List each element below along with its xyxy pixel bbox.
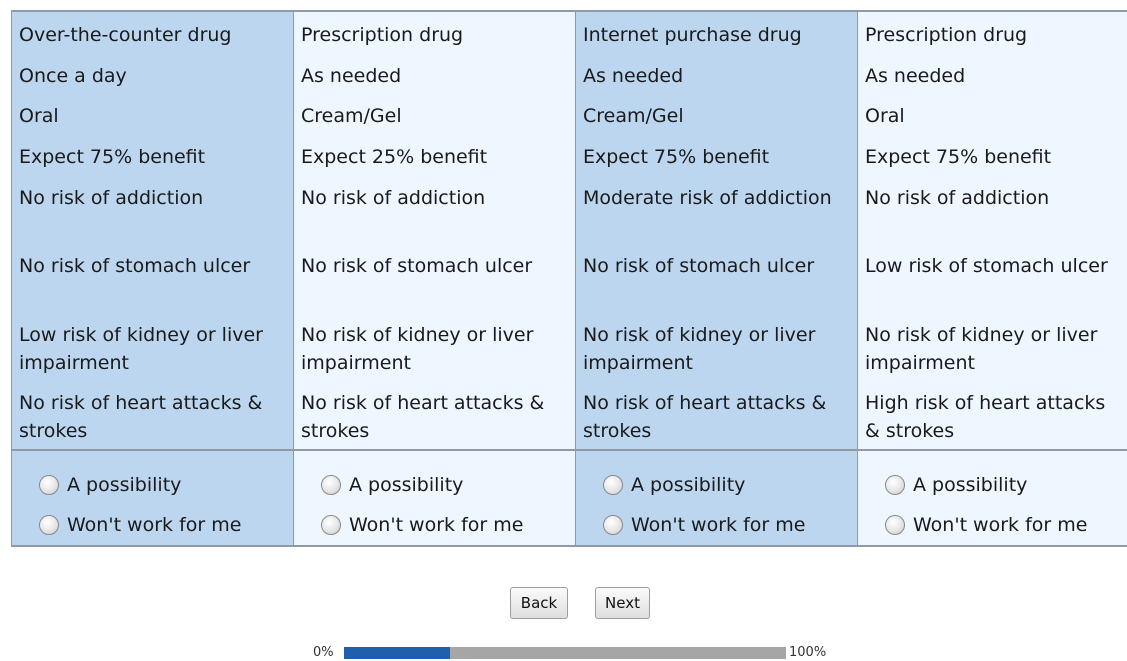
option-possibility-1[interactable]: A possibility bbox=[12, 465, 293, 505]
attr-addiction-risk: Moderate risk of addiction bbox=[583, 186, 832, 209]
attr-ulcer-risk: No risk of stomach ulcer bbox=[301, 255, 533, 278]
attr-form: Oral bbox=[865, 105, 905, 128]
attr-drug-type: Prescription drug bbox=[301, 24, 464, 46]
option-wont-work-3[interactable]: Won't work for me bbox=[576, 505, 857, 545]
option-label: A possibility bbox=[67, 473, 182, 496]
back-button[interactable]: Back bbox=[510, 587, 568, 619]
progress-end-label: 100% bbox=[789, 645, 827, 660]
progress-fill bbox=[344, 647, 451, 659]
option-possibility-3[interactable]: A possibility bbox=[576, 465, 857, 505]
attr-ulcer-risk: No risk of stomach ulcer bbox=[19, 255, 251, 278]
attr-ulcer-risk: Low risk of stomach ulcer bbox=[865, 255, 1108, 278]
radio-icon[interactable] bbox=[885, 474, 905, 495]
radio-icon[interactable] bbox=[321, 474, 341, 495]
option-label: Won't work for me bbox=[67, 513, 242, 536]
radio-icon[interactable] bbox=[39, 474, 59, 495]
choice-group-1: A possibility Won't work for me bbox=[12, 448, 293, 545]
profile-column-2: Prescription drug As needed Cream/Gel Ex… bbox=[294, 12, 576, 545]
attr-addiction-risk: No risk of addiction bbox=[865, 186, 1050, 209]
option-label: Won't work for me bbox=[349, 513, 524, 536]
attr-benefit: Expect 75% benefit bbox=[19, 146, 206, 169]
radio-icon[interactable] bbox=[321, 514, 341, 535]
profile-column-3: Internet purchase drug As needed Cream/G… bbox=[576, 12, 858, 545]
profile-column-1: Over-the-counter drug Once a day Oral Ex… bbox=[12, 12, 294, 545]
attr-heart-risk: No risk of heart attacks & strokes bbox=[19, 392, 263, 443]
attr-ulcer-risk: No risk of stomach ulcer bbox=[583, 255, 815, 278]
choice-group-3: A possibility Won't work for me bbox=[576, 448, 857, 545]
progress-start-label: 0% bbox=[313, 645, 334, 660]
option-wont-work-1[interactable]: Won't work for me bbox=[12, 505, 293, 545]
attr-frequency: As needed bbox=[865, 64, 966, 87]
option-wont-work-2[interactable]: Won't work for me bbox=[294, 505, 575, 545]
attr-benefit: Expect 25% benefit bbox=[301, 146, 488, 169]
attr-kidney-liver-risk: No risk of kidney or liver impairment bbox=[301, 323, 534, 374]
attr-heart-risk: No risk of heart attacks & strokes bbox=[301, 392, 545, 443]
attr-benefit: Expect 75% benefit bbox=[865, 146, 1052, 169]
attr-frequency: Once a day bbox=[19, 64, 127, 87]
attr-form: Cream/Gel bbox=[583, 105, 684, 128]
attr-addiction-risk: No risk of addiction bbox=[19, 186, 204, 209]
attr-benefit: Expect 75% benefit bbox=[583, 146, 770, 169]
next-button[interactable]: Next bbox=[595, 587, 650, 619]
radio-icon[interactable] bbox=[885, 514, 905, 535]
option-possibility-4[interactable]: A possibility bbox=[858, 465, 1127, 505]
attr-drug-type: Prescription drug bbox=[865, 24, 1028, 46]
choice-group-4: A possibility Won't work for me bbox=[858, 448, 1127, 545]
attr-kidney-liver-risk: No risk of kidney or liver impairment bbox=[865, 323, 1098, 374]
attr-frequency: As needed bbox=[301, 64, 402, 87]
option-label: A possibility bbox=[349, 473, 464, 496]
attr-frequency: As needed bbox=[583, 64, 684, 87]
progress-bar bbox=[344, 647, 786, 659]
attr-form: Cream/Gel bbox=[301, 105, 402, 128]
attr-heart-risk: High risk of heart attacks & strokes bbox=[865, 392, 1106, 443]
attr-heart-risk: No risk of heart attacks & strokes bbox=[583, 392, 827, 443]
radio-icon[interactable] bbox=[603, 474, 623, 495]
option-label: A possibility bbox=[631, 473, 746, 496]
choice-group-2: A possibility Won't work for me bbox=[294, 448, 575, 545]
option-possibility-2[interactable]: A possibility bbox=[294, 465, 575, 505]
attr-kidney-liver-risk: Low risk of kidney or liver impairment bbox=[19, 323, 263, 374]
profiles-grid: Over-the-counter drug Once a day Oral Ex… bbox=[11, 10, 1127, 547]
radio-icon[interactable] bbox=[39, 514, 59, 535]
attr-drug-type: Internet purchase drug bbox=[583, 24, 802, 46]
option-wont-work-4[interactable]: Won't work for me bbox=[858, 505, 1127, 545]
profile-column-4: Prescription drug As needed Oral Expect … bbox=[858, 12, 1127, 545]
radio-icon[interactable] bbox=[603, 514, 623, 535]
option-label: Won't work for me bbox=[631, 513, 806, 536]
option-label: A possibility bbox=[913, 473, 1028, 496]
attr-addiction-risk: No risk of addiction bbox=[301, 186, 486, 209]
attr-form: Oral bbox=[19, 105, 59, 128]
attr-kidney-liver-risk: No risk of kidney or liver impairment bbox=[583, 323, 816, 374]
attr-drug-type: Over-the-counter drug bbox=[19, 24, 232, 46]
option-label: Won't work for me bbox=[913, 513, 1088, 536]
